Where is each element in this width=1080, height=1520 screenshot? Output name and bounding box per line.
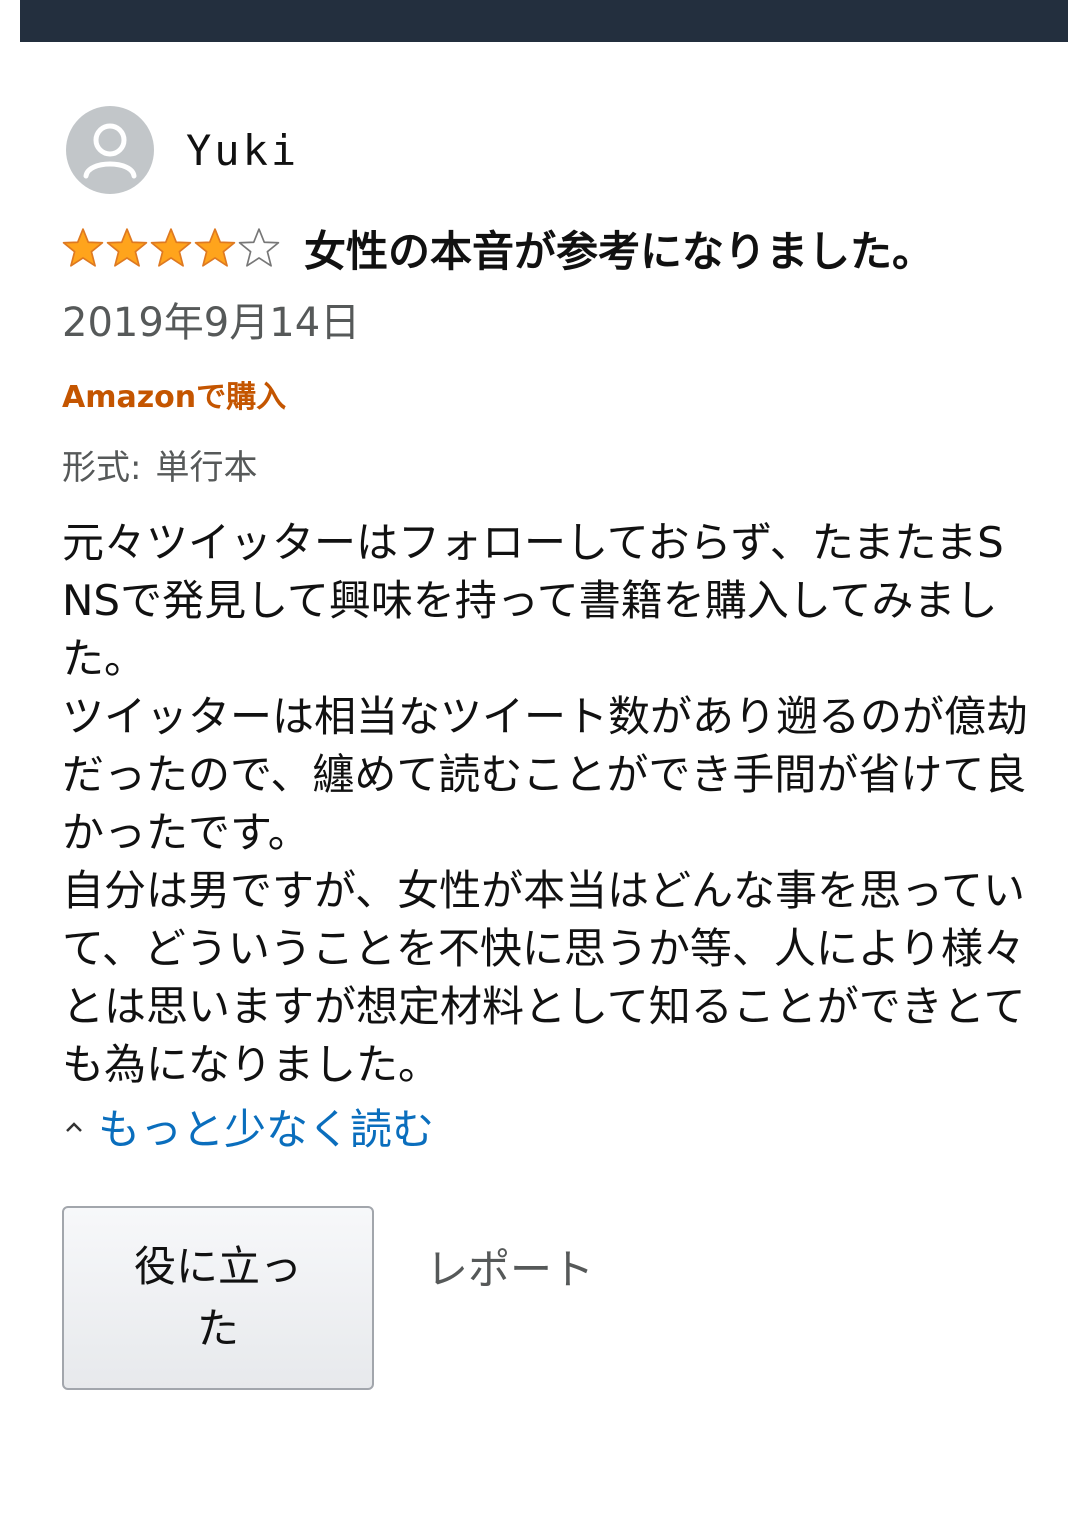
review-title: 女性の本音が参考になりました。 — [304, 226, 935, 276]
format-label: 形式: — [62, 448, 142, 488]
user-silhouette-icon — [83, 123, 137, 179]
star-empty-icon — [238, 228, 280, 267]
review-page: Yuki 女性の本音が参考になりました。 2019年9月14日 Amazonで購… — [0, 0, 1080, 1520]
reviewer-name[interactable]: Yuki — [186, 126, 299, 175]
review-date: 2019年9月14日 — [62, 300, 361, 346]
review-body: 元々ツイッターはフォローしておらず、たまたまSNSで発見して興味を持って書籍を購… — [62, 518, 1029, 1089]
review-headline: 女性の本音が参考になりました。 — [62, 218, 934, 278]
reviewer-profile[interactable]: Yuki — [66, 106, 299, 194]
star-filled-icon — [62, 228, 104, 267]
helpful-button-label: 役に立った — [133, 1242, 302, 1353]
star-filled-icon — [106, 228, 148, 267]
report-link[interactable]: レポート — [426, 1236, 594, 1297]
chevron-up-icon — [66, 1121, 82, 1132]
helpful-button[interactable]: 役に立った — [62, 1206, 374, 1390]
format-info: 形式: 単行本 — [62, 440, 257, 489]
format-value: 単行本 — [155, 448, 258, 488]
star-filled-icon — [150, 228, 192, 267]
verified-purchase-badge: Amazonで購入 — [62, 380, 287, 415]
read-less-label[interactable]: もっと少なく読む — [98, 1096, 434, 1157]
avatar[interactable] — [66, 106, 154, 194]
star-rating — [62, 227, 282, 269]
read-less-link[interactable]: もっと少なく読む — [62, 1096, 434, 1157]
star-filled-icon — [194, 228, 236, 267]
top-header-bar — [20, 0, 1068, 42]
